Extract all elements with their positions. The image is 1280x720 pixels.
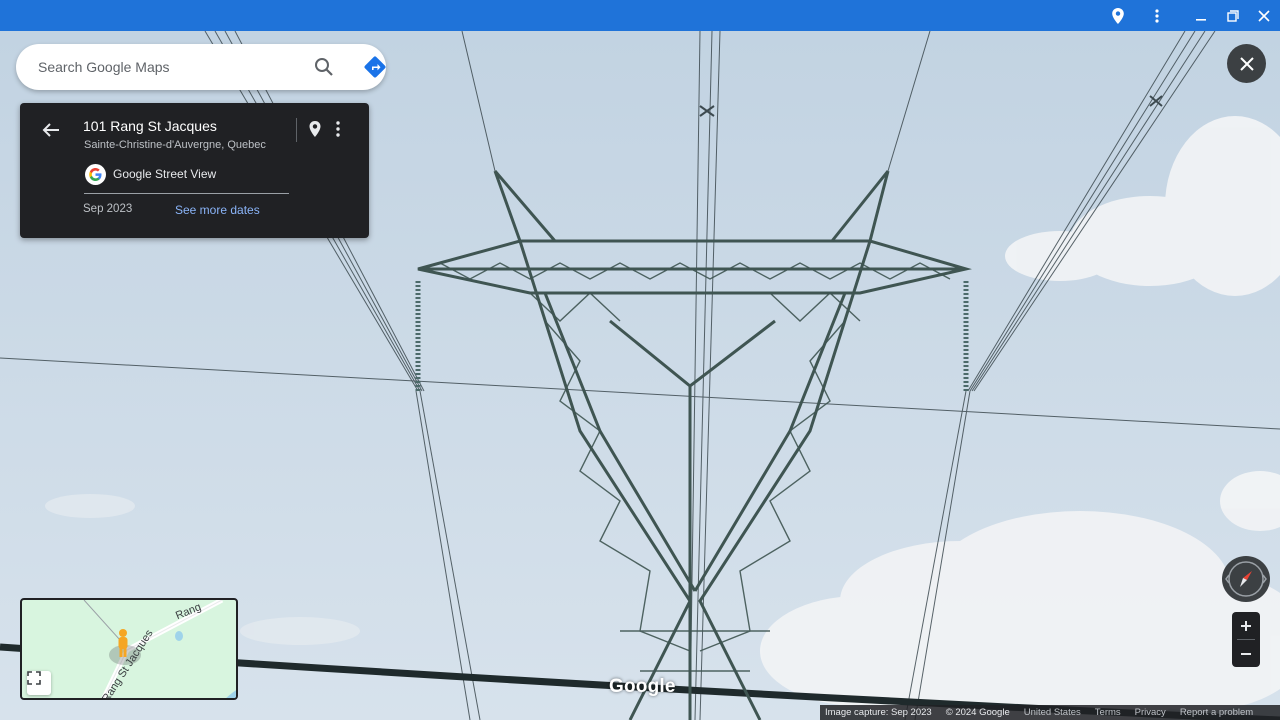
compass-button[interactable] (1222, 556, 1270, 602)
see-more-dates-link[interactable]: See more dates (175, 203, 260, 217)
close-window-icon[interactable] (1252, 4, 1276, 28)
divider (296, 118, 297, 142)
capture-date: Sep 2023 (83, 203, 133, 215)
card-more-icon[interactable] (328, 118, 348, 140)
image-capture-date: Image capture: Sep 2023 (825, 707, 932, 718)
location-title: 101 Rang St Jacques (83, 118, 217, 134)
search-icon[interactable] (312, 55, 336, 79)
terms-link[interactable]: Terms (1095, 707, 1121, 718)
directions-icon[interactable] (363, 55, 387, 79)
region-link[interactable]: United States (1024, 707, 1081, 718)
minimize-icon[interactable] (1189, 4, 1213, 28)
copyright: © 2024 Google (945, 707, 1010, 718)
report-problem-link[interactable]: Report a problem (1180, 707, 1253, 718)
expand-map-button[interactable] (27, 671, 51, 695)
window-title-bar (0, 0, 1280, 31)
zoom-in-button[interactable] (1232, 612, 1260, 639)
location-icon[interactable] (1106, 4, 1130, 28)
minus-icon (1241, 652, 1251, 655)
map-pin-icon[interactable] (305, 118, 325, 140)
location-info-card: 101 Rang St Jacques Sainte-Christine-d'A… (20, 103, 369, 238)
compass-icon (1225, 561, 1267, 597)
restore-icon[interactable] (1221, 4, 1245, 28)
zoom-out-button[interactable] (1232, 640, 1260, 667)
close-icon (1239, 56, 1254, 71)
search-input[interactable] (38, 56, 288, 78)
plus-icon (1241, 620, 1251, 631)
zoom-controls (1232, 612, 1260, 667)
google-logo-icon (85, 164, 106, 185)
location-subtitle: Sainte-Christine-d'Auvergne, Quebec (84, 139, 266, 151)
source-label: Google Street View (113, 167, 217, 181)
close-street-view-button[interactable] (1227, 44, 1266, 83)
privacy-link[interactable]: Privacy (1135, 707, 1166, 718)
back-arrow-icon[interactable] (39, 118, 63, 142)
fullscreen-icon (27, 671, 41, 685)
minimap[interactable]: Rang St Jacques Rang (20, 598, 238, 700)
search-box (16, 44, 386, 90)
attribution-footer: Image capture: Sep 2023 © 2024 Google Un… (820, 705, 1280, 720)
more-vert-icon[interactable] (1145, 4, 1169, 28)
google-watermark: Google (609, 676, 676, 697)
divider (84, 193, 289, 194)
